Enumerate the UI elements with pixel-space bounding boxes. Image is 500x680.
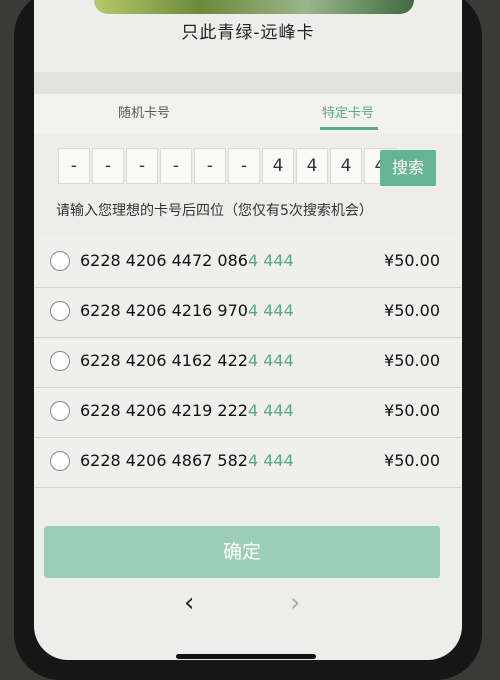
search-button[interactable]: 搜索 — [380, 150, 436, 186]
digit-input[interactable]: - — [126, 148, 158, 184]
card-number: 6228 4206 4219 2224 444 — [80, 401, 294, 420]
radio-button[interactable] — [50, 251, 70, 271]
card-price: ¥50.00 — [384, 251, 440, 270]
section-divider — [34, 72, 462, 94]
card-number: 6228 4206 4162 4224 444 — [80, 351, 294, 370]
card-price: ¥50.00 — [384, 401, 440, 420]
back-arrow-icon[interactable]: ‹ — [184, 588, 194, 618]
card-number-match: 4 444 — [247, 451, 294, 470]
confirm-button[interactable]: 确定 — [44, 526, 440, 578]
card-option-row[interactable]: 6228 4206 4472 0864 444 ¥50.00 — [34, 238, 462, 288]
card-price: ¥50.00 — [384, 351, 440, 370]
digit-input[interactable]: - — [92, 148, 124, 184]
card-number-match: 4 444 — [247, 401, 294, 420]
card-number: 6228 4206 4472 0864 444 — [80, 251, 294, 270]
radio-button[interactable] — [50, 401, 70, 421]
digit-input[interactable]: 4 — [296, 148, 328, 184]
search-hint: 请输入您理想的卡号后四位（您仅有5次搜索机会） — [56, 203, 373, 219]
card-price: ¥50.00 — [384, 451, 440, 470]
home-indicator — [176, 654, 316, 659]
card-number: 6228 4206 4867 5824 444 — [80, 451, 294, 470]
card-number-match: 4 444 — [247, 301, 294, 320]
tab-bar: 随机卡号 特定卡号 — [34, 94, 462, 134]
card-number-match: 4 444 — [247, 251, 294, 270]
card-option-row[interactable]: 6228 4206 4162 4224 444 ¥50.00 — [34, 338, 462, 388]
card-option-row[interactable]: 6228 4206 4216 9704 444 ¥50.00 — [34, 288, 462, 338]
digit-input[interactable]: - — [228, 148, 260, 184]
digit-input[interactable]: - — [194, 148, 226, 184]
digit-input[interactable]: - — [160, 148, 192, 184]
forward-arrow-icon[interactable]: › — [290, 588, 300, 618]
card-number-list: 6228 4206 4472 0864 444 ¥50.00 6228 4206… — [34, 238, 462, 488]
card-option-row[interactable]: 6228 4206 4867 5824 444 ¥50.00 — [34, 438, 462, 488]
active-tab-indicator — [320, 127, 378, 130]
card-option-row[interactable]: 6228 4206 4219 2224 444 ¥50.00 — [34, 388, 462, 438]
digit-input[interactable]: 4 — [262, 148, 294, 184]
radio-button[interactable] — [50, 451, 70, 471]
digit-input-group: - - - - - - 4 4 4 4 — [58, 148, 398, 184]
digit-input[interactable]: 4 — [330, 148, 362, 184]
radio-button[interactable] — [50, 301, 70, 321]
card-number-match: 4 444 — [247, 351, 294, 370]
app-screen: 只此青绿-远峰卡 随机卡号 特定卡号 - - - - - - 4 4 4 4 搜… — [34, 0, 462, 660]
tab-random-number[interactable]: 随机卡号 — [118, 102, 170, 121]
page-title: 只此青绿-远峰卡 — [181, 23, 315, 43]
card-number: 6228 4206 4216 9704 444 — [80, 301, 294, 320]
tab-specific-number[interactable]: 特定卡号 — [322, 102, 374, 121]
digit-input[interactable]: - — [58, 148, 90, 184]
card-price: ¥50.00 — [384, 301, 440, 320]
card-banner-image — [94, 0, 414, 14]
radio-button[interactable] — [50, 351, 70, 371]
